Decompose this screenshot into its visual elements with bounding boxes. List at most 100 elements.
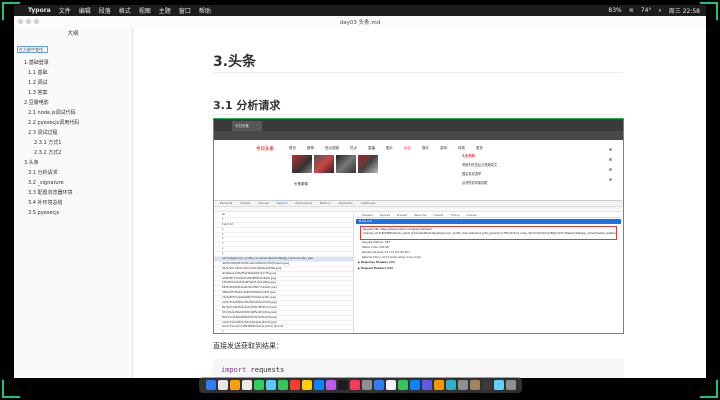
outline-item[interactable]: 3.4 补环境总结: [14, 198, 132, 208]
dock-app-icon[interactable]: [277, 380, 288, 390]
code-text: requests: [246, 366, 285, 374]
outline-item[interactable]: 2.豆瓣电影: [14, 98, 132, 108]
browser-tab: 今日头条: [232, 121, 262, 131]
menu-theme[interactable]: 主题: [159, 6, 171, 15]
dock-app-icon[interactable]: [373, 380, 384, 390]
dock-app-icon[interactable]: [217, 380, 228, 390]
outline-item[interactable]: 3.3 配置浏览器环境: [14, 188, 132, 198]
dock-app-icon[interactable]: [301, 380, 312, 390]
site-nav-item: 更多: [476, 146, 483, 150]
close-button[interactable]: [18, 19, 23, 24]
toutiao-page: 今日头条 首页 推荐 西瓜视频 热点 直播 图片 科技 娱乐 游戏 体育 更多 头条新闻 头条热榜黄…: [214, 140, 622, 200]
heading-divider: [213, 114, 623, 115]
zoom-button[interactable]: [34, 19, 39, 24]
detail-tab: Cookies: [466, 213, 477, 217]
menu-edit[interactable]: 编辑: [79, 6, 91, 15]
news-author: 头条新闻: [294, 182, 308, 186]
news-image: [358, 155, 378, 173]
dock-app-icon[interactable]: [397, 380, 408, 390]
outline-item[interactable]: 3.5 pyexecjs: [14, 208, 132, 218]
outline-item[interactable]: 2.3.2 方式2: [14, 148, 132, 158]
dock-app-icon[interactable]: [445, 380, 456, 390]
news-pictures: [292, 155, 378, 173]
menubar-status: 83% ≋ 74° ⌕ 周三 22:58: [608, 6, 700, 16]
devtools-tab: Network: [276, 202, 288, 205]
menu-window[interactable]: 窗口: [179, 6, 191, 15]
mac-menubar: Typora 文件 编辑 段落 格式 视图 主题 窗口 帮助 83% ≋ 74°…: [14, 5, 706, 16]
site-nav: 首页 推荐 西瓜视频 热点 直播 图片 科技 娱乐 游戏 体育 更多: [289, 146, 483, 151]
outline-item[interactable]: 2.3.1 方式1: [14, 138, 132, 148]
menu-file[interactable]: 文件: [59, 6, 71, 15]
dock-app-icon[interactable]: [313, 380, 324, 390]
dock-app-icon[interactable]: [241, 380, 252, 390]
detail-tab: Timing: [450, 213, 460, 217]
detail-tab: Preview: [396, 213, 408, 217]
detail-tab: Response: [414, 213, 427, 217]
dock-app-icon[interactable]: [349, 380, 360, 390]
dock-app-icon[interactable]: [433, 380, 444, 390]
window-controls: [18, 19, 39, 24]
outline-item[interactable]: 2.2 pyexecjs调用代码: [14, 118, 132, 128]
site-nav-item: 图片: [386, 146, 393, 150]
dock-app-icon[interactable]: [337, 380, 348, 390]
editor-content[interactable]: 3.头条 3.1 分析请求 今日头条 今日头条 首页 推荐 西瓜视频 热点 直播 图片 科技…: [133, 27, 706, 378]
tool-dot-icon: [609, 178, 612, 181]
menu-view[interactable]: 视图: [139, 6, 151, 15]
menu-paragraph[interactable]: 段落: [99, 6, 111, 15]
devtools-tab: Console: [240, 202, 251, 205]
outline-item[interactable]: 2.3 调试过程: [14, 128, 132, 138]
site-nav-item: 娱乐: [422, 146, 429, 150]
heading-1: 3.头条: [213, 54, 257, 70]
battery-status[interactable]: 83%: [608, 7, 621, 14]
tool-dot-icon: [609, 158, 612, 161]
hot-list-item: 黄致列失恋后又悲痛发文: [462, 163, 498, 167]
code-block[interactable]: import requests res = requests.get(: [213, 359, 624, 378]
dock-app-icon[interactable]: [229, 380, 240, 390]
menu-typora[interactable]: Typora: [28, 7, 51, 14]
site-logo: 今日头条: [256, 147, 274, 152]
dock-app-icon[interactable]: [493, 380, 504, 390]
temperature-status[interactable]: 74°: [641, 7, 652, 14]
dock-app-icon[interactable]: [325, 380, 336, 390]
devtools-tab: Memory: [319, 202, 331, 205]
dock-app-icon[interactable]: [385, 380, 396, 390]
outline-item[interactable]: 3.2 _signature: [14, 178, 132, 188]
outline-item[interactable]: 2.1 node.js调试代码: [14, 108, 132, 118]
dock-app-icon[interactable]: [469, 380, 480, 390]
outline-item[interactable]: 1.2 调试: [14, 78, 132, 88]
dock-app-icon[interactable]: [361, 380, 372, 390]
dock-app-icon[interactable]: [205, 380, 216, 390]
outline-search-input[interactable]: 在大纲中查找: [17, 46, 48, 53]
general-section: ▼ General: [356, 219, 621, 224]
outline-item[interactable]: 3.1 分析请求: [14, 168, 132, 178]
screen-frame: Typora 文件 编辑 段落 格式 视图 主题 窗口 帮助 83% ≋ 74°…: [0, 0, 720, 400]
site-nav-item: 游戏: [440, 146, 447, 150]
browser-address-bar: [214, 131, 623, 140]
dock-app-icon[interactable]: [481, 380, 492, 390]
outline-item[interactable]: 1.3 答案: [14, 88, 132, 98]
dock-app-icon[interactable]: [253, 380, 264, 390]
outline-item[interactable]: 1.基础登录: [14, 58, 132, 68]
clock[interactable]: 周三 22:58: [669, 6, 700, 15]
dock-app-icon[interactable]: [265, 380, 276, 390]
dock-app-icon[interactable]: [457, 380, 468, 390]
wifi-icon[interactable]: ≋: [629, 7, 634, 14]
dock-app-icon[interactable]: [505, 380, 516, 390]
header-sections: ▶ Response Headers (13) ▶ Request Headers…: [356, 260, 621, 272]
minimize-button[interactable]: [26, 19, 31, 24]
search-icon[interactable]: ⌕: [658, 7, 661, 15]
site-nav-item: 热点: [350, 146, 357, 150]
paragraph: 直接发送获取到结果：: [213, 342, 283, 350]
network-request-list: all x ?wid=12 x x x x x x info?category=pc_profil…: [214, 213, 354, 333]
dock-app-icon[interactable]: [409, 380, 420, 390]
menu-help[interactable]: 帮助: [199, 6, 211, 15]
menu-format[interactable]: 格式: [119, 6, 131, 15]
outline-item[interactable]: 3.头条: [14, 158, 132, 168]
detail-tab: Headers: [362, 213, 373, 217]
site-nav-item: 直播: [368, 146, 375, 150]
browser-chrome: 今日头条: [214, 119, 623, 131]
code-line: import requests: [221, 365, 616, 375]
dock-app-icon[interactable]: [289, 380, 300, 390]
outline-item[interactable]: 1.1 基础: [14, 68, 132, 78]
dock-app-icon[interactable]: [421, 380, 432, 390]
